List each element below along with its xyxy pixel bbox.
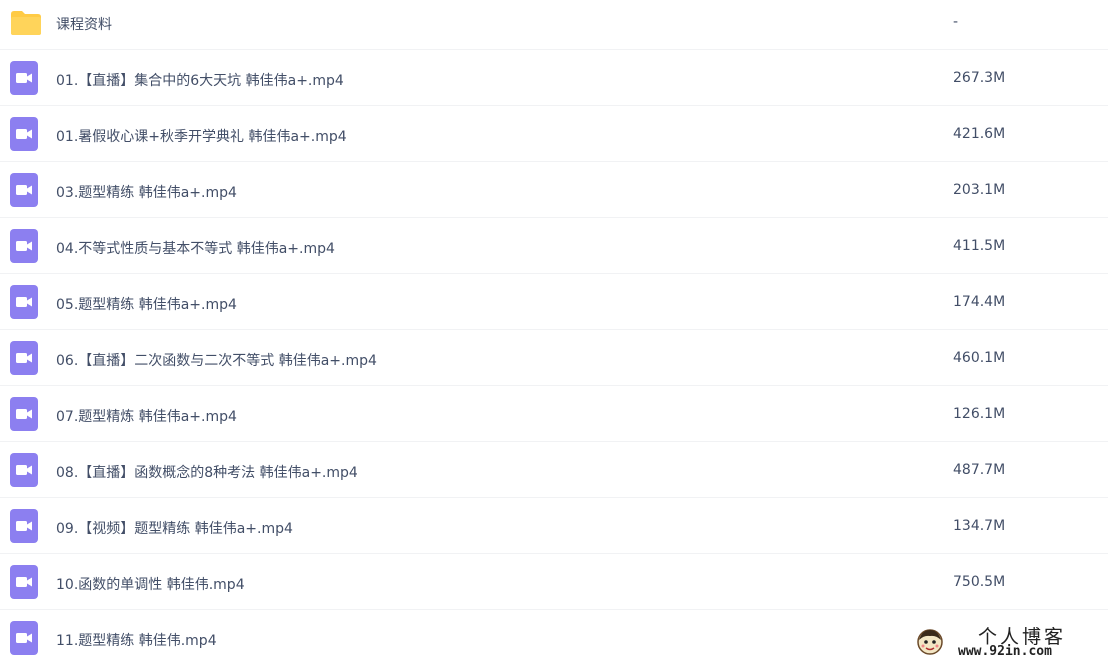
file-name[interactable]: 05.题型精练 韩佳伟a+.mp4 xyxy=(56,294,237,314)
video-file-icon xyxy=(10,509,38,547)
file-size: 460.1M xyxy=(953,350,1006,366)
folder-icon xyxy=(10,10,42,40)
file-name[interactable]: 课程资料 xyxy=(56,14,112,34)
file-name[interactable]: 01.【直播】集合中的6大天坑 韩佳伟a+.mp4 xyxy=(56,70,344,90)
file-name[interactable]: 04.不等式性质与基本不等式 韩佳伟a+.mp4 xyxy=(56,238,335,258)
file-name[interactable]: 01.暑假收心课+秋季开学典礼 韩佳伟a+.mp4 xyxy=(56,126,347,146)
video-file-icon xyxy=(10,341,38,379)
video-file-icon xyxy=(10,453,38,491)
file-row[interactable]: 10.函数的单调性 韩佳伟.mp4 750.5M xyxy=(0,554,1108,610)
file-row[interactable]: 01.【直播】集合中的6大天坑 韩佳伟a+.mp4 267.3M xyxy=(0,50,1108,106)
file-name[interactable]: 08.【直播】函数概念的8种考法 韩佳伟a+.mp4 xyxy=(56,462,358,482)
file-size: 134.7M xyxy=(953,518,1006,534)
file-row[interactable]: 04.不等式性质与基本不等式 韩佳伟a+.mp4 411.5M xyxy=(0,218,1108,274)
file-size: 267.3M xyxy=(953,70,1006,86)
file-row[interactable]: 课程资料 - xyxy=(0,0,1108,50)
file-name[interactable]: 03.题型精练 韩佳伟a+.mp4 xyxy=(56,182,237,202)
file-name[interactable]: 06.【直播】二次函数与二次不等式 韩佳伟a+.mp4 xyxy=(56,350,377,370)
video-file-icon xyxy=(10,285,38,323)
video-file-icon xyxy=(10,397,38,435)
file-row[interactable]: 07.题型精炼 韩佳伟a+.mp4 126.1M xyxy=(0,386,1108,442)
file-size: 421.6M xyxy=(953,126,1006,142)
video-file-icon xyxy=(10,173,38,211)
video-file-icon xyxy=(10,229,38,267)
video-file-icon xyxy=(10,61,38,99)
video-file-icon xyxy=(10,621,38,659)
file-size: 750.5M xyxy=(953,574,1006,590)
file-row[interactable]: 09.【视频】题型精练 韩佳伟a+.mp4 134.7M xyxy=(0,498,1108,554)
file-size: 126.1M xyxy=(953,406,1006,422)
file-row[interactable]: 03.题型精练 韩佳伟a+.mp4 203.1M xyxy=(0,162,1108,218)
file-size: 174.4M xyxy=(953,294,1006,310)
watermark-url: www.92in.com xyxy=(958,644,1052,659)
avatar-logo-icon xyxy=(916,628,944,660)
watermark: 个人博客 www.92in.com xyxy=(916,624,1106,662)
file-size: 487.7M xyxy=(953,462,1006,478)
file-row[interactable]: 06.【直播】二次函数与二次不等式 韩佳伟a+.mp4 460.1M xyxy=(0,330,1108,386)
file-name[interactable]: 09.【视频】题型精练 韩佳伟a+.mp4 xyxy=(56,518,293,538)
file-row[interactable]: 01.暑假收心课+秋季开学典礼 韩佳伟a+.mp4 421.6M xyxy=(0,106,1108,162)
file-row[interactable]: 08.【直播】函数概念的8种考法 韩佳伟a+.mp4 487.7M xyxy=(0,442,1108,498)
video-file-icon xyxy=(10,117,38,155)
file-name[interactable]: 11.题型精练 韩佳伟.mp4 xyxy=(56,630,217,650)
file-row[interactable]: 05.题型精练 韩佳伟a+.mp4 174.4M xyxy=(0,274,1108,330)
file-size: 411.5M xyxy=(953,238,1006,254)
file-name[interactable]: 10.函数的单调性 韩佳伟.mp4 xyxy=(56,574,245,594)
file-size: - xyxy=(953,14,959,30)
file-name[interactable]: 07.题型精炼 韩佳伟a+.mp4 xyxy=(56,406,237,426)
video-file-icon xyxy=(10,565,38,603)
file-size: 203.1M xyxy=(953,182,1006,198)
